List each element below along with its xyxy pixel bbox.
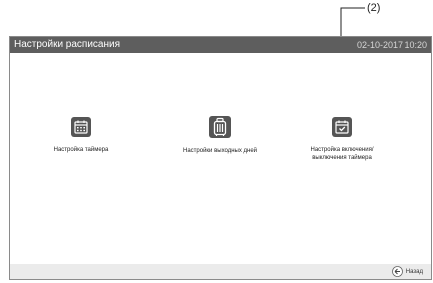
tile-holiday-settings[interactable]: Настройки выходных дней: [170, 116, 270, 155]
tile-label: Настройки выходных дней: [182, 148, 258, 154]
back-arrow-icon: [391, 266, 403, 277]
page-title: Настройки расписания: [14, 39, 121, 50]
callout-label: (2): [367, 2, 381, 14]
back-button-label: Назад: [405, 268, 423, 275]
tile-timer-settings[interactable]: Настройка таймера: [46, 117, 116, 154]
calendar-grid-icon: [71, 117, 91, 137]
title-bar: Настройки расписания 02-10-2017 10:20: [10, 37, 431, 53]
time-display: 10:20: [404, 40, 427, 50]
suitcase-icon: [209, 116, 231, 138]
back-button[interactable]: Назад: [391, 266, 423, 277]
tile-on-off-timer-settings[interactable]: Настройка включения/ выключения таймера: [292, 117, 392, 162]
calendar-check-icon: [332, 117, 352, 137]
bottom-bar: Назад: [10, 264, 431, 279]
tile-label-line-1: Настройка включения/: [310, 147, 374, 153]
date-display: 02-10-2017: [356, 40, 403, 50]
tile-label-line-2: выключения таймера: [312, 155, 372, 161]
device-screen: Настройки расписания 02-10-2017 10:20 На…: [9, 36, 432, 280]
tile-label: Настройка таймера: [53, 147, 109, 153]
